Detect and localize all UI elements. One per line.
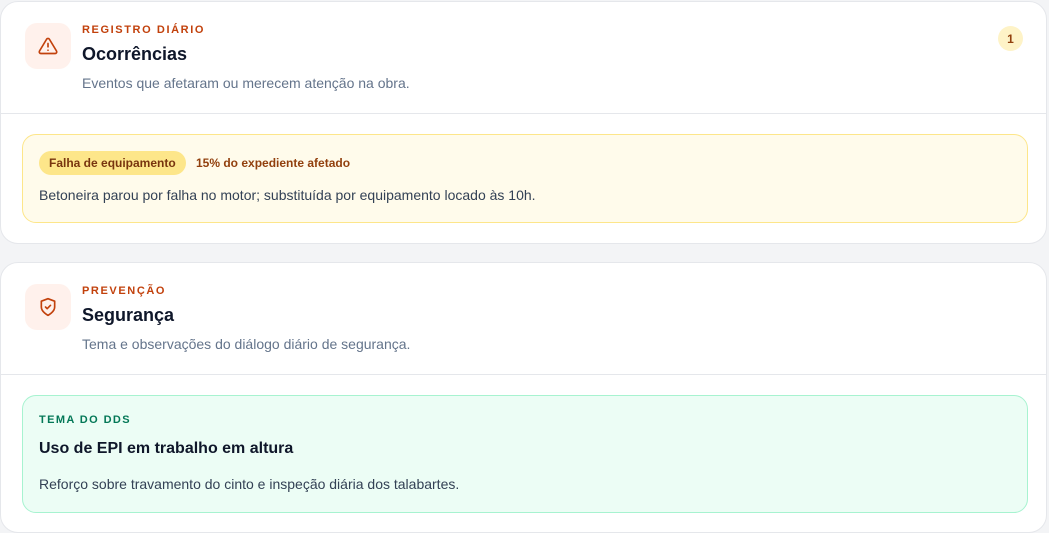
dds-notes: Reforço sobre travamento do cinto e insp…	[39, 476, 460, 492]
dds-panel: TEMA DO DDS Uso de EPI em trabalho em al…	[22, 395, 1028, 513]
warning-triangle-icon	[25, 23, 71, 69]
safety-kicker: PREVENÇÃO	[82, 285, 167, 297]
occurrences-header: REGISTRO DIÁRIO Ocorrências Eventos que …	[1, 2, 1046, 114]
shield-check-icon	[25, 284, 71, 330]
occurrence-type-tag: Falha de equipamento	[39, 151, 186, 175]
occurrences-title: Ocorrências	[82, 44, 188, 64]
safety-header: PREVENÇÃO Segurança Tema e observações d…	[1, 263, 1046, 375]
occurrences-kicker: REGISTRO DIÁRIO	[82, 24, 206, 36]
occurrence-description: Betoneira parou por falha no motor; subs…	[39, 187, 536, 203]
safety-subtitle: Tema e observações do diálogo diário de …	[82, 336, 411, 352]
dds-label: TEMA DO DDS	[39, 414, 131, 426]
occurrences-subtitle: Eventos que afetaram ou merecem atenção …	[82, 75, 410, 91]
safety-card: PREVENÇÃO Segurança Tema e observações d…	[0, 262, 1047, 533]
occurrence-item: Falha de equipamento 15% do expediente a…	[22, 134, 1028, 223]
safety-title: Segurança	[82, 305, 175, 325]
dds-theme: Uso de EPI em trabalho em altura	[39, 440, 294, 457]
occurrences-card: REGISTRO DIÁRIO Ocorrências Eventos que …	[0, 1, 1047, 244]
occurrence-impact: 15% do expediente afetado	[196, 156, 351, 170]
occurrences-count-badge: 1	[998, 26, 1023, 51]
